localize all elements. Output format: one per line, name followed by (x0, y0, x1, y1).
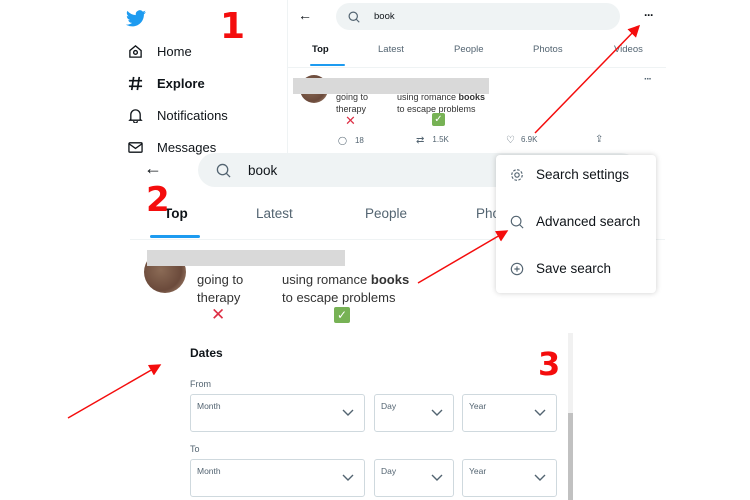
sidebar-item-explore[interactable]: Explore (128, 76, 205, 91)
to-label: To (190, 444, 200, 454)
to-month-select[interactable]: Month (190, 459, 365, 497)
scrollbar[interactable] (568, 333, 573, 500)
redacted-username (147, 250, 345, 266)
search-icon (348, 11, 360, 23)
chevron-down-icon (342, 409, 354, 416)
tweet-text-right: using romance books to escape problems (282, 272, 410, 305)
to-year-select[interactable]: Year (462, 459, 557, 497)
tweet-text-left: going to therapy (197, 272, 244, 305)
plus-circle-icon (510, 262, 524, 275)
search-input[interactable]: book (336, 3, 620, 30)
gear-icon (511, 168, 523, 181)
chevron-down-icon (431, 409, 443, 416)
mail-icon (128, 142, 143, 153)
search-query: book (374, 11, 395, 22)
bell-icon (128, 109, 143, 123)
tab-photos[interactable]: Photos (533, 44, 563, 55)
tab-people[interactable]: People (454, 44, 484, 55)
sidebar-item-label: Home (157, 44, 192, 59)
tweet-text-right: using romance books to escape problems (397, 92, 486, 114)
active-tab-indicator (150, 235, 200, 238)
sidebar-item-label: Explore (157, 76, 205, 91)
from-year-select[interactable]: Year (462, 394, 557, 432)
search-results-panel-1: ← book ··· Top Latest People Photos Vide… (287, 0, 666, 158)
reply-button[interactable]: ◯ 18 (338, 136, 364, 145)
home-icon (129, 45, 142, 58)
from-day-select[interactable]: Day (374, 394, 454, 432)
arrow-to-dates (67, 364, 162, 419)
comment-icon: ◯ (338, 136, 347, 145)
search-icon (216, 163, 231, 178)
check-mark-icon: ✓ (432, 113, 445, 126)
tab-latest[interactable]: Latest (378, 44, 404, 55)
chevron-down-icon (431, 474, 443, 481)
to-day-select[interactable]: Day (374, 459, 454, 497)
sidebar-item-label: Messages (157, 140, 217, 155)
cross-mark-icon: ✕ (211, 305, 226, 324)
step-number-3: 3 (538, 345, 561, 383)
hashtag-icon (128, 76, 143, 91)
from-label: From (190, 379, 211, 389)
search-options-menu: Search settings Advanced search Save sea… (496, 155, 656, 293)
search-icon (510, 215, 524, 229)
menu-item-save-search[interactable]: Save search (510, 261, 611, 276)
chevron-down-icon (534, 409, 546, 416)
like-button[interactable]: ♡ 6.9K (506, 135, 537, 146)
from-month-select[interactable]: Month (190, 394, 365, 432)
menu-item-advanced-search[interactable]: Advanced search (510, 214, 640, 229)
dates-heading: Dates (190, 346, 223, 360)
active-tab-indicator (310, 64, 345, 66)
divider (288, 67, 666, 68)
step-number-1: 1 (220, 6, 246, 47)
back-arrow-icon[interactable]: ← (144, 158, 162, 179)
chevron-down-icon (342, 474, 354, 481)
more-options-icon[interactable]: ··· (644, 8, 654, 22)
sidebar-item-label: Notifications (157, 108, 228, 123)
tweet-text-left: going to therapy (336, 92, 369, 114)
step-number-2: 2 (146, 180, 170, 220)
cross-mark-icon: ✕ (345, 113, 356, 128)
tab-latest[interactable]: Latest (256, 206, 293, 221)
tab-people[interactable]: People (365, 206, 407, 221)
share-icon[interactable]: ⇪ (595, 134, 603, 145)
twitter-logo-icon[interactable] (126, 10, 146, 27)
tab-top[interactable]: Top (312, 44, 329, 55)
sidebar-item-home[interactable]: Home (128, 44, 192, 59)
tab-videos[interactable]: Videos (614, 44, 643, 55)
tweet-more-icon[interactable]: ··· (644, 74, 652, 85)
sidebar-item-messages[interactable]: Messages (128, 140, 216, 155)
search-query: book (248, 162, 278, 178)
chevron-down-icon (534, 474, 546, 481)
menu-item-search-settings[interactable]: Search settings (510, 167, 629, 182)
check-mark-icon: ✓ (334, 307, 350, 323)
retweet-icon: ⇄ (416, 135, 425, 146)
sidebar-item-notifications[interactable]: Notifications (128, 108, 228, 123)
retweet-button[interactable]: ⇄ 1.5K (416, 135, 449, 146)
heart-icon: ♡ (506, 135, 515, 146)
back-arrow-icon[interactable]: ← (298, 7, 312, 23)
